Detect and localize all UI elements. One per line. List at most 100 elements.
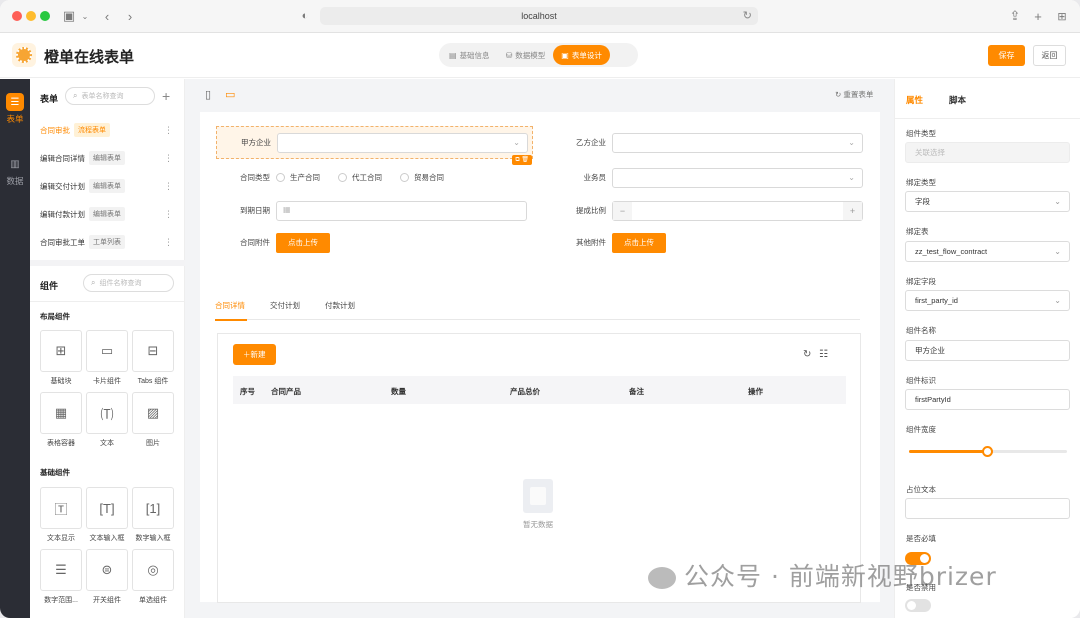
component-tile[interactable]: 🄣 文本 — [86, 392, 128, 448]
plus-icon[interactable]: + — [843, 201, 862, 220]
bind-type-select[interactable]: 字段 ⌄ — [905, 191, 1070, 212]
due-date-picker[interactable]: ▦ — [276, 200, 527, 221]
slider-thumb[interactable] — [982, 446, 993, 457]
address-bar[interactable]: localhost ↻ — [320, 7, 758, 25]
bind-table-select[interactable]: zz_test_flow_contract ⌄ — [905, 241, 1070, 262]
step-data-model[interactable]: ⛁ 数据模型 — [498, 45, 554, 65]
new-row-button[interactable]: ＋ 新建 — [233, 344, 276, 365]
reload-icon[interactable]: ↻ — [743, 9, 752, 22]
mobile-view-icon[interactable]: ▯ — [205, 88, 211, 101]
divider — [30, 301, 185, 302]
tab-script[interactable]: 脚本 — [949, 94, 966, 106]
zoom-window-button[interactable] — [40, 11, 50, 21]
more-vert-icon[interactable]: ⋮ — [164, 153, 173, 164]
copy-delete-icon[interactable]: ⧉ 🗑 — [512, 155, 532, 165]
column-settings-icon[interactable]: ☷ — [819, 349, 828, 360]
minus-icon[interactable]: − — [613, 201, 632, 220]
tab-properties[interactable]: 属性 — [906, 94, 923, 106]
reset-form-button[interactable]: ↻ 重置表单 — [835, 89, 873, 100]
number-range-icon: ☰ — [40, 549, 82, 591]
component-tile[interactable]: ▦ 表格容器 — [40, 392, 82, 448]
tab-delivery-plan[interactable]: 交付计划 — [270, 300, 300, 320]
nav-rail: ☰ 表单 ▥ 数据 — [0, 79, 30, 618]
column-header: 操作 — [748, 387, 763, 396]
component-tile[interactable]: ⊟ Tabs 组件 — [132, 330, 174, 386]
new-tab-icon[interactable]: + — [1029, 7, 1047, 25]
component-tile[interactable]: ▭ 卡片组件 — [86, 330, 128, 386]
component-id-input[interactable]: firstPartyId — [905, 389, 1070, 410]
radio-option[interactable]: 贸易合同 — [400, 172, 444, 183]
rail-item-form[interactable]: ☰ 表单 — [0, 93, 30, 125]
bind-field-select[interactable]: first_party_id ⌄ — [905, 290, 1070, 311]
upload-button[interactable]: 点击上传 — [612, 232, 666, 253]
more-vert-icon[interactable]: ⋮ — [164, 209, 173, 220]
upload-button[interactable]: 点击上传 — [276, 232, 330, 253]
save-button[interactable]: 保存 — [988, 45, 1025, 66]
browser-toolbar: ▣ ⌄ ‹ › ◐ localhost ↻ ⇪ + ⊞ — [0, 0, 1080, 33]
radio-option[interactable]: 生产合同 — [276, 172, 320, 183]
rail-item-data[interactable]: ▥ 数据 — [0, 155, 30, 187]
radio-option[interactable]: 代工合同 — [338, 172, 382, 183]
basic-components-title: 基础组件 — [40, 468, 70, 477]
column-header: 数量 — [391, 387, 406, 396]
form-type-tag: 编辑表单 — [89, 207, 125, 221]
form-list-item[interactable]: 合同审批工单 工单列表 ⋮ — [30, 228, 185, 256]
detail-tabs: 合同详情 交付计划 付款计划 — [215, 300, 860, 321]
chevron-down-icon[interactable]: ⌄ — [76, 7, 94, 25]
add-form-icon[interactable]: + — [162, 88, 170, 104]
due-date-field: 到期日期 ▦ — [216, 194, 527, 227]
salesperson-select[interactable]: ⌄ — [612, 167, 863, 188]
form-list-item[interactable]: 合同审批 流程表单 ⋮ — [30, 116, 185, 144]
component-tile[interactable]: [T] 文本输入框 — [86, 487, 128, 543]
component-tile[interactable]: ⊜ 开关组件 — [86, 549, 128, 605]
close-window-button[interactable] — [12, 11, 22, 21]
tab-overview-icon[interactable]: ⊞ — [1053, 7, 1071, 25]
more-vert-icon[interactable]: ⋮ — [164, 181, 173, 192]
party-b-select[interactable]: ⌄ — [612, 132, 863, 153]
more-vert-icon[interactable]: ⋮ — [164, 237, 173, 248]
disabled-toggle[interactable] — [905, 599, 931, 612]
tab-contract-details[interactable]: 合同详情 — [215, 300, 247, 321]
text-input-icon: [T] — [86, 487, 128, 529]
component-tile[interactable]: 🅃 文本显示 — [40, 487, 82, 543]
form-type-tag: 编辑表单 — [89, 151, 125, 165]
radio-circle — [276, 173, 285, 182]
form-list-item[interactable]: 编辑交付计划 编辑表单 ⋮ — [30, 172, 185, 200]
minimize-window-button[interactable] — [26, 11, 36, 21]
refresh-icon[interactable]: ↻ — [803, 349, 811, 360]
share-icon[interactable]: ⇪ — [1006, 7, 1024, 25]
table-container-icon: ▦ — [40, 392, 82, 434]
commission-stepper[interactable]: − + — [612, 200, 863, 221]
form-canvas-card: 甲方企业 ⌄ ⧉ 🗑 乙方企业 ⌄ 合同类型 生产合同 代工合同 贸易合同 业务… — [200, 112, 880, 603]
form-list-item[interactable]: 编辑付款计划 编辑表单 ⋮ — [30, 200, 185, 228]
back-arrow-icon[interactable]: ‹ — [98, 7, 116, 25]
step-basic-info[interactable]: ▤ 基础信息 — [441, 45, 498, 65]
back-button[interactable]: 返回 — [1033, 45, 1066, 66]
grid-block-icon: ⊞ — [40, 330, 82, 372]
app-logo — [12, 43, 36, 67]
form-type-tag: 工单列表 — [89, 235, 125, 249]
party-a-select[interactable]: ⌄ — [277, 132, 528, 153]
tab-payment-plan[interactable]: 付款计划 — [325, 300, 355, 320]
component-tile[interactable]: ▨ 图片 — [132, 392, 174, 448]
component-search-input[interactable]: ⌕ 组件名称查询 — [83, 274, 174, 292]
privacy-shield-icon[interactable]: ◐ — [296, 7, 314, 25]
desktop-view-icon[interactable]: ▭ — [225, 88, 235, 101]
other-attachment-field: 其他附件 点击上传 — [552, 226, 666, 259]
component-tile[interactable]: ☰ 数字范围... — [40, 549, 82, 605]
switch-icon: ⊜ — [86, 549, 128, 591]
component-tile[interactable]: ⊞ 基础块 — [40, 330, 82, 386]
component-tile[interactable]: ◎ 单选组件 — [132, 549, 174, 605]
component-name-input[interactable]: 甲方企业 — [905, 340, 1070, 361]
party-a-field[interactable]: 甲方企业 ⌄ ⧉ 🗑 — [216, 126, 533, 165]
form-search-input[interactable]: ⌕ 表单名称查询 — [65, 87, 155, 105]
placeholder-input[interactable] — [905, 498, 1070, 519]
step-form-design[interactable]: ▣ 表单设计 — [553, 45, 610, 65]
more-vert-icon[interactable]: ⋮ — [164, 125, 173, 136]
form-list-item[interactable]: 编辑合同详情 编辑表单 ⋮ — [30, 144, 185, 172]
component-width-slider[interactable] — [909, 446, 1067, 457]
forward-arrow-icon[interactable]: › — [121, 7, 139, 25]
component-tile[interactable]: [1] 数字输入框 — [132, 487, 174, 543]
bind-table-label: 绑定表 — [906, 227, 929, 236]
bind-field-label: 绑定字段 — [906, 277, 936, 286]
